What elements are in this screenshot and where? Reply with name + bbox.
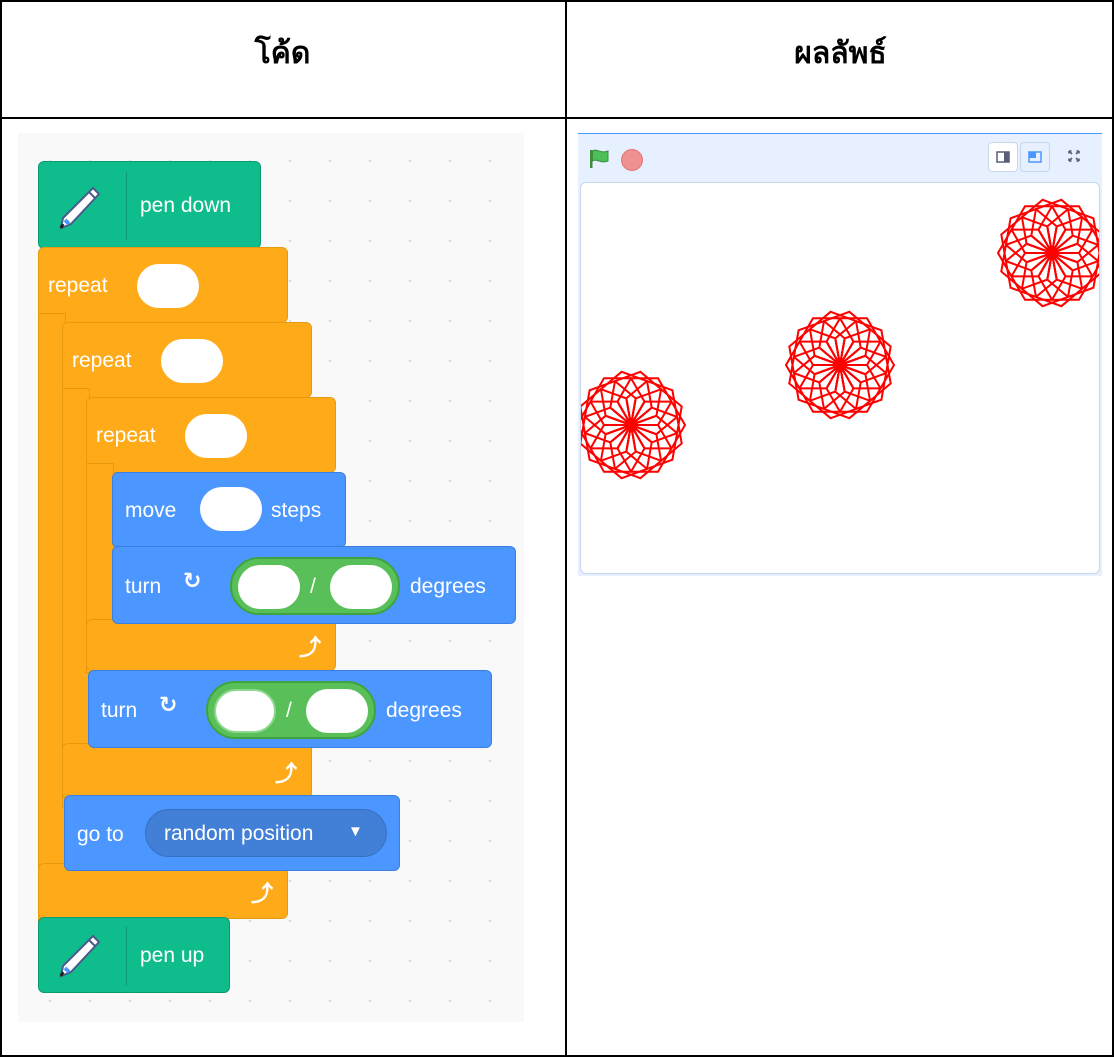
move-label: move — [125, 499, 177, 522]
repeat-inner-block[interactable]: repeat — [86, 397, 336, 473]
divide-left-input[interactable] — [238, 565, 300, 609]
repeat-outer-foot: ⤴ — [38, 863, 288, 919]
pen-down-block[interactable]: pen down — [38, 161, 261, 249]
degrees-label: degrees — [386, 699, 462, 722]
stage-canvas[interactable] — [575, 182, 1108, 574]
divide-right-input[interactable] — [306, 689, 368, 733]
rosette-drawing — [575, 370, 687, 480]
loop-arrow-icon: ⤴ — [275, 762, 298, 787]
chevron-down-icon: ▼ — [348, 823, 363, 840]
rosette-drawing — [996, 198, 1108, 308]
green-flag-icon[interactable] — [588, 148, 612, 170]
steps-label: steps — [271, 499, 322, 522]
random-position-label: random position — [164, 822, 314, 845]
stage-panel — [575, 133, 1108, 576]
turn-label: turn — [101, 699, 138, 722]
go-to-label: go to — [77, 823, 124, 846]
turn-right-icon: ↻ — [159, 693, 178, 718]
move-steps-block[interactable]: move steps — [112, 472, 346, 548]
degrees-label: degrees — [410, 575, 486, 598]
turn-label: turn — [125, 575, 162, 598]
repeat-inner-label: repeat — [96, 424, 156, 447]
repeat-inner-count-input[interactable] — [185, 414, 247, 458]
rosette-drawing — [784, 310, 896, 420]
code-workspace: pen down repeat ⤴ repeat ⤴ repeat ⤴ move… — [18, 133, 524, 1022]
pen-icon — [59, 934, 101, 978]
table-column-divider — [565, 0, 567, 1057]
divide-slash: / — [286, 699, 292, 722]
small-stage-icon[interactable] — [988, 142, 1018, 172]
turn-right-icon: ↻ — [183, 569, 202, 594]
loop-arrow-icon: ⤴ — [299, 636, 322, 661]
divide-left-input[interactable] — [214, 689, 276, 733]
repeat-inner-foot: ⤴ — [86, 619, 336, 671]
turn-block-inner[interactable]: turn ↻ / degrees — [112, 546, 516, 624]
pen-icon — [59, 186, 101, 230]
pen-up-label: pen up — [140, 944, 205, 967]
repeat-middle-count-input[interactable] — [161, 339, 223, 383]
pen-down-label: pen down — [140, 194, 232, 217]
loop-arrow-icon: ⤴ — [251, 882, 274, 907]
table-header-divider — [0, 117, 1114, 119]
fullscreen-icon[interactable] — [1060, 142, 1090, 172]
go-to-block[interactable]: go to random position ▼ — [64, 795, 400, 871]
large-stage-icon[interactable] — [1020, 142, 1050, 172]
go-to-target-dropdown[interactable]: random position ▼ — [145, 809, 387, 857]
repeat-middle-block[interactable]: repeat — [62, 322, 312, 398]
stop-icon[interactable] — [621, 149, 643, 171]
header-result: ผลลัพธ์ — [794, 36, 887, 71]
repeat-middle-label: repeat — [72, 349, 132, 372]
header-code: โค้ด — [254, 36, 311, 71]
repeat-outer-count-input[interactable] — [137, 264, 199, 308]
divide-operator[interactable]: / — [230, 557, 400, 615]
repeat-middle-foot: ⤴ — [62, 743, 312, 799]
divide-slash: / — [310, 575, 316, 598]
pen-drawing — [575, 198, 1108, 480]
move-steps-input[interactable] — [200, 487, 262, 531]
repeat-outer-label: repeat — [48, 274, 108, 297]
divide-right-input[interactable] — [330, 565, 392, 609]
pen-up-block[interactable]: pen up — [38, 917, 230, 993]
divide-operator[interactable]: / — [206, 681, 376, 739]
repeat-outer-block[interactable]: repeat — [38, 247, 288, 323]
turn-block-middle[interactable]: turn ↻ / degrees — [88, 670, 492, 748]
